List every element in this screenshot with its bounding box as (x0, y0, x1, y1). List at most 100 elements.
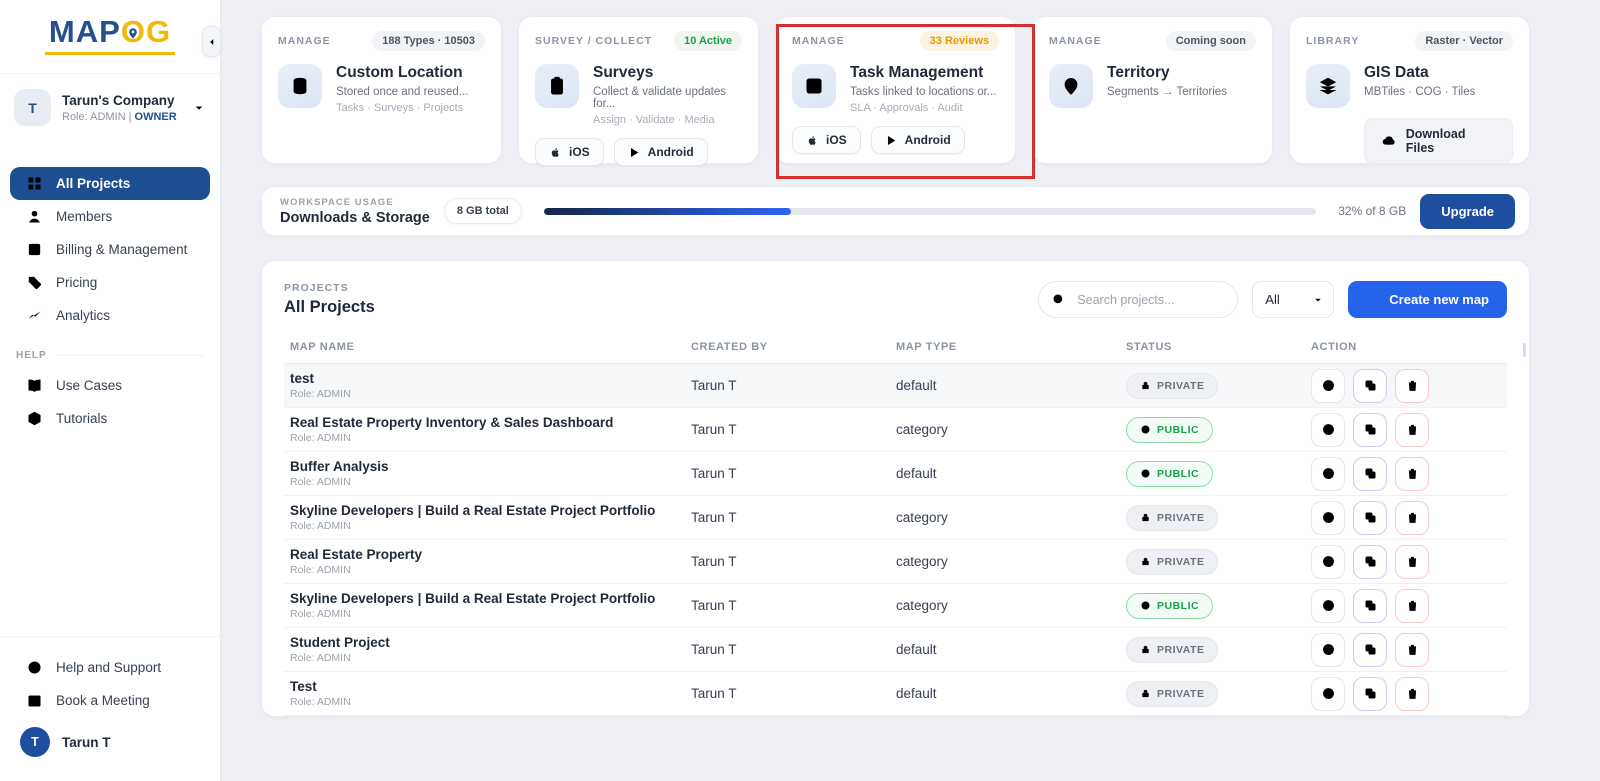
logo-pin-icon (127, 25, 140, 40)
sidebar-collapse-button[interactable] (202, 26, 221, 57)
trash-icon (1405, 598, 1420, 613)
info-icon (1321, 554, 1336, 569)
table-row[interactable]: Buffer Analysis Role: ADMIN Tarun T defa… (284, 452, 1507, 496)
info-button[interactable] (1311, 545, 1345, 579)
table-row[interactable]: Skyline Developers | Build a Real Estate… (284, 584, 1507, 628)
android-chip[interactable]: Android (614, 138, 708, 166)
copy-button[interactable] (1353, 501, 1387, 535)
card-badge: 188 Types · 10503 (372, 31, 485, 51)
feature-cards: MANAGE 188 Types · 10503 Custom Location… (261, 16, 1530, 164)
ios-chip[interactable]: iOS (535, 138, 604, 166)
info-icon (1321, 598, 1336, 613)
copy-button[interactable] (1353, 589, 1387, 623)
table-row[interactable]: Skyline Developers | Build a Real Estate… (284, 496, 1507, 540)
user-profile[interactable]: T Tarun T (0, 717, 220, 771)
status-badge: PRIVATE (1126, 681, 1218, 707)
projects-section-label: PROJECTS (284, 282, 375, 294)
info-button[interactable] (1311, 589, 1345, 623)
created-by: Tarun T (691, 510, 896, 525)
info-button[interactable] (1311, 413, 1345, 447)
info-button[interactable] (1311, 369, 1345, 403)
download-files-button[interactable]: Download Files (1364, 118, 1513, 164)
copy-button[interactable] (1353, 369, 1387, 403)
sidebar-item-use-cases[interactable]: Use Cases (0, 369, 220, 402)
person-icon (26, 208, 43, 225)
table-scrollbar[interactable] (1523, 343, 1526, 357)
sidebar-item-tutorials[interactable]: Tutorials (0, 402, 220, 435)
copy-icon (1363, 686, 1378, 701)
cube-icon (26, 410, 43, 427)
copy-button[interactable] (1353, 677, 1387, 711)
company-name: Tarun's Company (62, 93, 181, 108)
info-icon (1321, 422, 1336, 437)
trash-icon (1405, 510, 1420, 525)
main-content: MANAGE 188 Types · 10503 Custom Location… (221, 0, 1600, 781)
delete-button[interactable] (1395, 545, 1429, 579)
search-input[interactable] (1038, 281, 1238, 318)
company-selector[interactable]: T Tarun's Company Role: ADMIN | OWNER (0, 73, 220, 141)
filter-select[interactable]: All (1252, 281, 1334, 318)
status-badge: PUBLIC (1126, 417, 1213, 443)
delete-button[interactable] (1395, 413, 1429, 447)
sidebar-item-pricing[interactable]: Pricing (0, 266, 220, 299)
copy-button[interactable] (1353, 413, 1387, 447)
map-name: Real Estate Property (290, 547, 691, 562)
logo-text-g: G (146, 14, 171, 49)
company-avatar: T (14, 89, 51, 126)
cloud-download-icon (1381, 133, 1397, 149)
table-row[interactable]: Real Estate Property Inventory & Sales D… (284, 408, 1507, 452)
create-new-map-button[interactable]: Create new map (1348, 281, 1507, 318)
copy-icon (1363, 642, 1378, 657)
company-role-owner: OWNER (135, 111, 177, 123)
copy-button[interactable] (1353, 633, 1387, 667)
delete-button[interactable] (1395, 677, 1429, 711)
sidebar-nav: All Projects Members Billing & Managemen… (0, 167, 220, 435)
card-task-management[interactable]: MANAGE 33 Reviews Task Management Tasks … (775, 16, 1016, 164)
info-icon (1321, 642, 1336, 657)
upgrade-button[interactable]: Upgrade (1420, 194, 1515, 229)
map-type: category (896, 554, 1126, 569)
card-title: Custom Location (336, 64, 468, 82)
card-tags: SLA · Approvals · Audit (850, 102, 996, 114)
delete-button[interactable] (1395, 369, 1429, 403)
info-button[interactable] (1311, 457, 1345, 491)
table-header: MAP NAME CREATED BY MAP TYPE STATUS ACTI… (284, 330, 1507, 364)
lock-icon (1140, 512, 1151, 523)
chevron-left-icon (206, 36, 218, 48)
sidebar-item-members[interactable]: Members (0, 200, 220, 233)
info-button[interactable] (1311, 633, 1345, 667)
info-button[interactable] (1311, 501, 1345, 535)
chevron-down-icon (1312, 294, 1324, 306)
copy-button[interactable] (1353, 545, 1387, 579)
card-territory[interactable]: MANAGE Coming soon Territory Segments → … (1032, 16, 1273, 164)
sidebar-item-billing[interactable]: Billing & Management (0, 233, 220, 266)
card-badge: 33 Reviews (920, 31, 999, 51)
info-button[interactable] (1311, 677, 1345, 711)
sidebar-item-label: Use Cases (56, 378, 122, 393)
android-chip[interactable]: Android (871, 126, 965, 154)
sidebar-item-label: Analytics (56, 308, 110, 323)
ios-chip[interactable]: iOS (792, 126, 861, 154)
copy-button[interactable] (1353, 457, 1387, 491)
card-custom-location[interactable]: MANAGE 188 Types · 10503 Custom Location… (261, 16, 502, 164)
table-row[interactable]: Real Estate Property Role: ADMIN Tarun T… (284, 540, 1507, 584)
search-icon (1051, 292, 1066, 307)
card-surveys[interactable]: SURVEY / COLLECT 10 Active Surveys Colle… (518, 16, 759, 164)
table-row[interactable]: Student Project Role: ADMIN Tarun T defa… (284, 628, 1507, 672)
info-icon (1321, 378, 1336, 393)
map-name: Student Project (290, 635, 691, 650)
table-row[interactable]: test Role: ADMIN Tarun T default PRIVATE (284, 364, 1507, 408)
sidebar-item-analytics[interactable]: Analytics (0, 299, 220, 332)
sidebar-item-all-projects[interactable]: All Projects (10, 167, 210, 200)
map-role: Role: ADMIN (290, 608, 691, 620)
delete-button[interactable] (1395, 633, 1429, 667)
delete-button[interactable] (1395, 457, 1429, 491)
sidebar-item-book-meeting[interactable]: Book a Meeting (0, 684, 220, 717)
sidebar-item-label: Help and Support (56, 660, 161, 675)
delete-button[interactable] (1395, 589, 1429, 623)
sidebar-item-help-support[interactable]: Help and Support (0, 651, 220, 684)
table-row[interactable]: Test Role: ADMIN Tarun T default PRIVATE (284, 672, 1507, 716)
card-subtitle: Tasks linked to locations or... (850, 86, 996, 98)
card-gis-data[interactable]: LIBRARY Raster · Vector GIS Data MBTiles… (1289, 16, 1530, 164)
delete-button[interactable] (1395, 501, 1429, 535)
